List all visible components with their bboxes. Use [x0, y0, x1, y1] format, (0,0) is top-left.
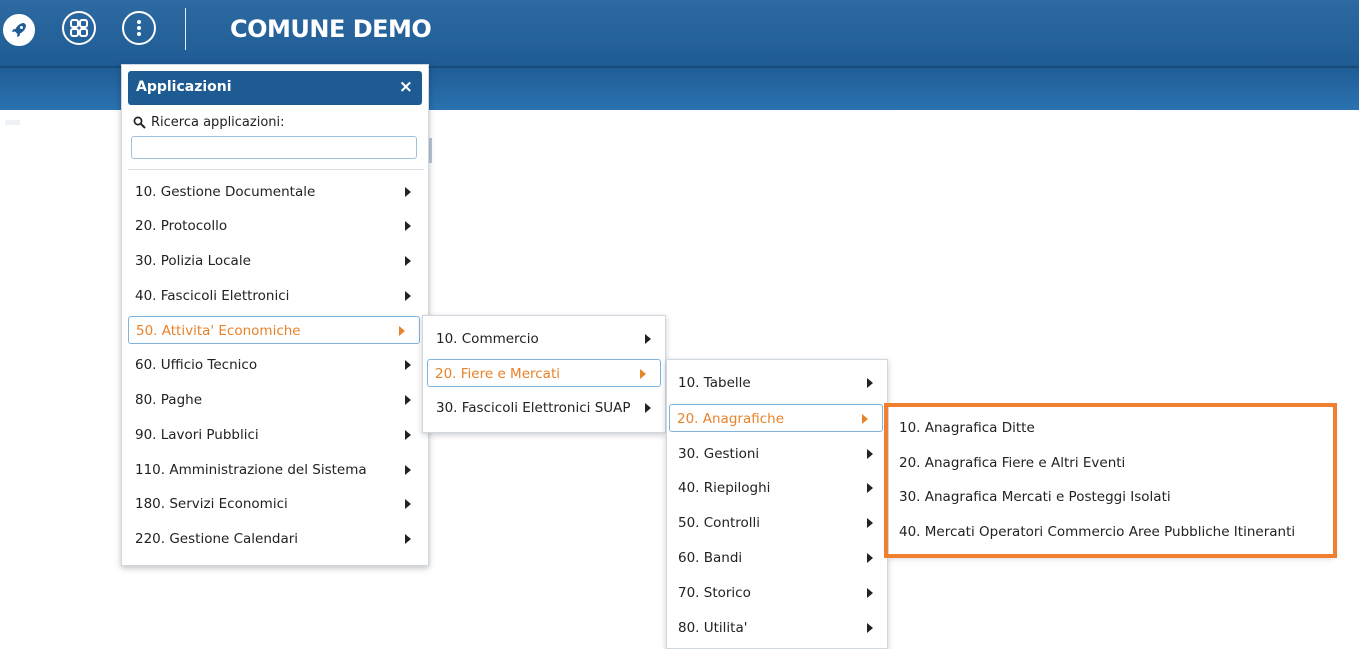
applications-title: Applicazioni: [136, 79, 232, 95]
close-button[interactable]: ×: [399, 77, 413, 97]
menu-item-label: 50. Attivita' Economiche: [136, 323, 301, 339]
chevron-right-icon: [867, 588, 873, 598]
chevron-right-icon: [405, 291, 411, 301]
menu-item-fascicoli-elettronici[interactable]: 40. Fascicoli Elettronici: [128, 282, 420, 310]
chevron-right-icon: [645, 334, 651, 344]
menu-item-utilita[interactable]: 80. Utilita': [671, 614, 883, 642]
chevron-right-icon: [867, 553, 873, 563]
chevron-right-icon: [640, 369, 646, 379]
highlight-annotation-box: [884, 403, 1337, 558]
menu-item-label: 30. Gestioni: [678, 446, 760, 462]
menu-item-servizi-economici[interactable]: 180. Servizi Economici: [128, 490, 420, 518]
chevron-right-icon: [862, 414, 868, 424]
chevron-right-icon: [867, 518, 873, 528]
menu-item-attivita-economiche[interactable]: 50. Attivita' Economiche: [128, 316, 420, 344]
chevron-right-icon: [405, 256, 411, 266]
menu-item-label: 20. Fiere e Mercati: [435, 366, 560, 382]
chevron-right-icon: [645, 403, 651, 413]
menu-item-label: 10. Tabelle: [678, 375, 751, 391]
menu-item-controlli[interactable]: 50. Controlli: [671, 509, 883, 537]
menu-item-commercio[interactable]: 10. Commercio: [429, 325, 661, 353]
chevron-right-icon: [405, 465, 411, 475]
search-label: Ricerca applicazioni:: [133, 115, 285, 130]
menu-item-gestioni[interactable]: 30. Gestioni: [671, 440, 883, 468]
menu-item-label: 30. Polizia Locale: [135, 253, 251, 269]
menu-item-label: 220. Gestione Calendari: [135, 531, 299, 547]
menu-item-paghe[interactable]: 80. Paghe: [128, 386, 420, 414]
chevron-right-icon: [405, 430, 411, 440]
submenu-fiere-e-mercati: 10. Tabelle 20. Anagrafiche 30. Gestioni…: [666, 359, 888, 649]
menu-item-label: 80. Paghe: [135, 392, 202, 408]
menu-item-label: 20. Protocollo: [135, 218, 228, 234]
menu-item-tabelle[interactable]: 10. Tabelle: [671, 369, 883, 397]
applications-header: Applicazioni ×: [128, 71, 422, 105]
menu-item-anagrafiche[interactable]: 20. Anagrafiche: [669, 404, 883, 432]
chevron-right-icon: [867, 623, 873, 633]
apps-grid-icon: [70, 19, 88, 37]
menu-item-storico[interactable]: 70. Storico: [671, 579, 883, 607]
chevron-right-icon: [405, 187, 411, 197]
chevron-right-icon: [399, 326, 405, 336]
menu-item-riepiloghi[interactable]: 40. Riepiloghi: [671, 474, 883, 502]
menu-item-label: 40. Riepiloghi: [678, 480, 771, 496]
menu-item-protocollo[interactable]: 20. Protocollo: [128, 212, 420, 240]
menu-item-amministrazione-sistema[interactable]: 110. Amministrazione del Sistema: [128, 456, 420, 484]
background-fragment: [429, 138, 432, 163]
menu-item-label: 80. Utilita': [678, 620, 748, 636]
chevron-right-icon: [867, 449, 873, 459]
toolbar-separator: [185, 8, 186, 50]
menu-item-label: 10. Gestione Documentale: [135, 184, 316, 200]
search-icon: [133, 116, 146, 129]
menu-item-label: 30. Fascicoli Elettronici SUAP: [436, 400, 631, 416]
rocket-icon: [12, 23, 26, 37]
chevron-right-icon: [405, 360, 411, 370]
background-fragment: [5, 120, 20, 125]
menu-item-label: 90. Lavori Pubblici: [135, 427, 259, 443]
menu-item-fascicoli-elettronici-suap[interactable]: 30. Fascicoli Elettronici SUAP: [429, 394, 661, 422]
menu-item-lavori-pubblici[interactable]: 90. Lavori Pubblici: [128, 421, 420, 449]
menu-item-label: 180. Servizi Economici: [135, 496, 288, 512]
menu-item-bandi[interactable]: 60. Bandi: [671, 544, 883, 572]
menu-item-label: 20. Anagrafiche: [677, 411, 785, 427]
chevron-right-icon: [405, 534, 411, 544]
menu-item-gestione-calendari[interactable]: 220. Gestione Calendari: [128, 525, 420, 553]
applications-panel: Applicazioni × Ricerca applicazioni: 10.…: [121, 64, 429, 566]
menu-item-ufficio-tecnico[interactable]: 60. Ufficio Tecnico: [128, 351, 420, 379]
menu-item-gestione-documentale[interactable]: 10. Gestione Documentale: [128, 178, 420, 206]
menu-item-label: 40. Fascicoli Elettronici: [135, 288, 290, 304]
chevron-right-icon: [405, 499, 411, 509]
divider: [128, 169, 424, 170]
apps-grid-button[interactable]: [62, 11, 96, 45]
rocket-button[interactable]: [3, 14, 35, 46]
menu-item-label: 110. Amministrazione del Sistema: [135, 462, 367, 478]
search-applications-input[interactable]: [131, 136, 417, 159]
search-label-text: Ricerca applicazioni:: [151, 115, 285, 130]
chevron-right-icon: [867, 378, 873, 388]
menu-item-label: 60. Bandi: [678, 550, 743, 566]
menu-item-label: 50. Controlli: [678, 515, 761, 531]
menu-item-label: 10. Commercio: [436, 331, 539, 347]
submenu-attivita-economiche: 10. Commercio 20. Fiere e Mercati 30. Fa…: [422, 315, 666, 433]
more-options-button[interactable]: [122, 11, 156, 45]
menu-item-label: 60. Ufficio Tecnico: [135, 357, 258, 373]
menu-item-label: 70. Storico: [678, 585, 751, 601]
menu-item-fiere-e-mercati[interactable]: 20. Fiere e Mercati: [427, 359, 661, 387]
app-title: COMUNE DEMO: [230, 15, 432, 43]
more-vertical-icon: [137, 20, 141, 36]
chevron-right-icon: [405, 221, 411, 231]
chevron-right-icon: [867, 483, 873, 493]
menu-item-polizia-locale[interactable]: 30. Polizia Locale: [128, 247, 420, 275]
chevron-right-icon: [405, 395, 411, 405]
